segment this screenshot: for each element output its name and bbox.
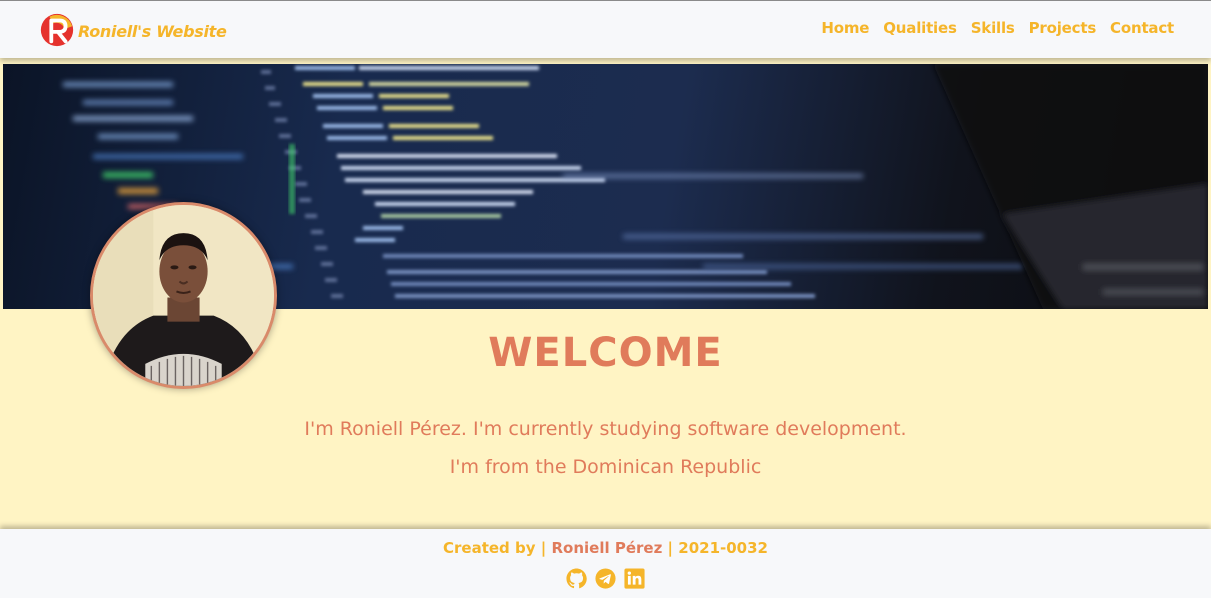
separator: | [667, 539, 674, 557]
brand-logo-link[interactable]: Roniell's Website [38, 10, 227, 50]
intro-text: I'm Roniell Pérez. I'm currently studyin… [0, 410, 1211, 486]
separator: | [540, 539, 547, 557]
author-name: Roniell Pérez [551, 539, 663, 557]
navbar: Roniell's Website Home Qualities Skills … [0, 0, 1211, 58]
brand-name: Roniell's Website [78, 21, 227, 41]
intro-line-2: I'm from the Dominican Republic [449, 456, 762, 478]
nav-link-qualities[interactable]: Qualities [883, 19, 957, 37]
nav-link-home[interactable]: Home [821, 19, 869, 37]
social-links [0, 568, 1211, 589]
student-id: 2021-0032 [678, 539, 768, 557]
brand-logo-icon [40, 13, 74, 47]
telegram-icon [595, 568, 616, 589]
footer: Created by | Roniell Pérez | 2021-0032 [0, 529, 1211, 598]
intro-line-1: I'm Roniell Pérez. I'm currently studyin… [304, 418, 907, 440]
profile-photo-illustration [93, 205, 274, 386]
created-by-label: Created by [443, 539, 536, 557]
nav-link-contact[interactable]: Contact [1110, 19, 1174, 37]
linkedin-link[interactable] [624, 568, 645, 589]
telegram-link[interactable] [595, 568, 616, 589]
footer-credit: Created by | Roniell Pérez | 2021-0032 [0, 539, 1211, 557]
github-icon [566, 568, 587, 589]
nav-link-projects[interactable]: Projects [1029, 19, 1097, 37]
main-navigation: Home Qualities Skills Projects Contact [821, 19, 1174, 37]
hero-section: WELCOME I'm Roniell Pérez. I'm currently… [0, 58, 1211, 529]
nav-link-skills[interactable]: Skills [971, 19, 1015, 37]
linkedin-icon [624, 568, 645, 589]
github-link[interactable] [566, 568, 587, 589]
profile-photo [90, 202, 277, 389]
